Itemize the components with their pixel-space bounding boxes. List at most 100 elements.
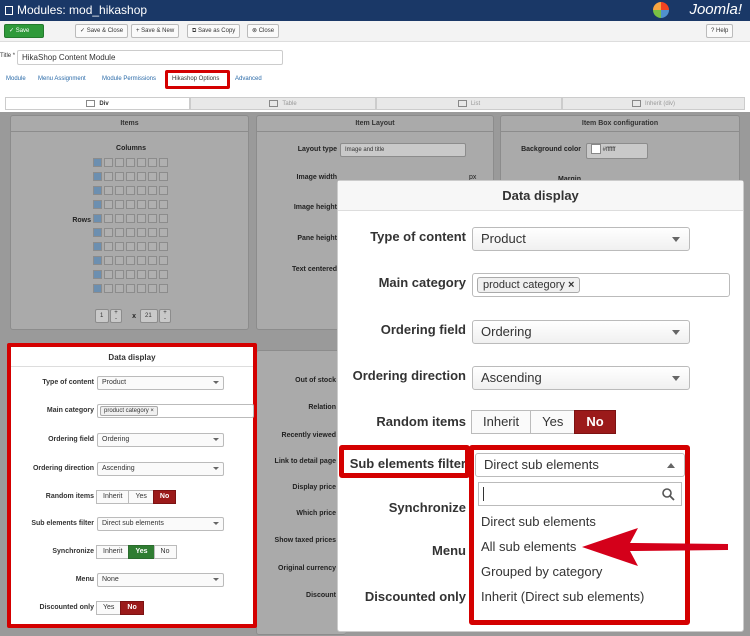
grid-cell[interactable] <box>126 228 135 237</box>
grid-cell[interactable] <box>93 242 102 251</box>
layout-tab-table[interactable]: Table <box>190 97 376 110</box>
grid-cell[interactable] <box>137 228 146 237</box>
grid-cell[interactable] <box>93 228 102 237</box>
grid-cell[interactable] <box>126 256 135 265</box>
random-no-button[interactable]: No <box>574 410 616 434</box>
random-yes-button[interactable]: Yes <box>530 410 576 434</box>
grid-cell[interactable] <box>126 214 135 223</box>
ordering-direction-select[interactable]: Ascending <box>97 462 224 476</box>
tab-module-permissions[interactable]: Module Permissions <box>102 76 156 82</box>
grid-cell[interactable] <box>137 172 146 181</box>
title-input[interactable]: HikaShop Content Module <box>17 50 283 65</box>
save-copy-button[interactable]: ⧉ Save as Copy <box>187 24 241 38</box>
grid-cell[interactable] <box>104 186 113 195</box>
rows-stepper[interactable]: + - <box>110 309 122 323</box>
grid-cell[interactable] <box>126 172 135 181</box>
grid-cell[interactable] <box>137 158 146 167</box>
ordering-direction-select[interactable]: Ascending <box>472 366 690 390</box>
help-button[interactable]: ? Help <box>706 24 734 38</box>
grid-cell[interactable] <box>126 270 135 279</box>
grid-cell[interactable] <box>115 284 124 293</box>
grid-cell[interactable] <box>159 200 168 209</box>
grid-cell[interactable] <box>115 256 124 265</box>
bg-color-input[interactable]: #ffffff <box>586 143 648 159</box>
grid-cell[interactable] <box>115 228 124 237</box>
grid-cell[interactable] <box>126 284 135 293</box>
grid-cell[interactable] <box>104 284 113 293</box>
menu-select[interactable]: None <box>97 573 224 587</box>
grid-cell[interactable] <box>148 284 157 293</box>
grid-cell[interactable] <box>93 270 102 279</box>
grid-cell[interactable] <box>93 186 102 195</box>
sync-inherit-button[interactable]: Inherit <box>96 545 130 559</box>
grid-cell[interactable] <box>148 172 157 181</box>
grid-cell[interactable] <box>115 158 124 167</box>
grid-cell[interactable] <box>115 214 124 223</box>
grid-cell[interactable] <box>104 214 113 223</box>
grid-cell[interactable] <box>137 270 146 279</box>
type-of-content-select[interactable]: Product <box>97 376 224 390</box>
category-tag[interactable]: product category × <box>100 406 158 416</box>
layout-tab-div[interactable]: Div <box>5 97 190 110</box>
grid-cell[interactable] <box>93 172 102 181</box>
grid-cell[interactable] <box>159 284 168 293</box>
save-new-button[interactable]: + Save & New <box>131 24 180 38</box>
grid-cell[interactable] <box>148 158 157 167</box>
grid-cell[interactable] <box>104 158 113 167</box>
grid-cell[interactable] <box>104 242 113 251</box>
grid-cell[interactable] <box>93 256 102 265</box>
random-inherit-button[interactable]: Inherit <box>471 410 532 434</box>
sync-no-button[interactable]: No <box>153 545 177 559</box>
save-close-button[interactable]: ✓ Save & Close <box>75 24 129 38</box>
grid-cell[interactable] <box>115 200 124 209</box>
tab-menu-assignment[interactable]: Menu Assignment <box>38 76 86 82</box>
layout-tab-inherit[interactable]: Inherit (div) <box>562 97 745 110</box>
grid-cell[interactable] <box>126 200 135 209</box>
grid-cell[interactable] <box>148 270 157 279</box>
grid-cell[interactable] <box>126 186 135 195</box>
sub-elements-filter-select[interactable]: Direct sub elements <box>97 517 224 531</box>
rows-value[interactable]: 1 <box>95 309 109 323</box>
grid-cell[interactable] <box>148 214 157 223</box>
grid-cell[interactable] <box>93 214 102 223</box>
layout-type-select[interactable]: Image and title <box>340 143 466 157</box>
grid-cell[interactable] <box>126 158 135 167</box>
grid-cell[interactable] <box>148 186 157 195</box>
main-category-input[interactable]: product category × <box>97 404 254 418</box>
sync-yes-button[interactable]: Yes <box>128 545 155 559</box>
grid-cell[interactable] <box>115 270 124 279</box>
tab-advanced[interactable]: Advanced <box>235 76 262 82</box>
save-button[interactable]: ✓ Save <box>4 24 44 38</box>
grid-cell[interactable] <box>148 256 157 265</box>
grid-cell[interactable] <box>126 242 135 251</box>
grid-cell[interactable] <box>159 242 168 251</box>
tab-module[interactable]: Module <box>6 76 26 82</box>
grid-cell[interactable] <box>104 172 113 181</box>
grid-cell[interactable] <box>104 228 113 237</box>
grid-cell[interactable] <box>115 172 124 181</box>
grid-cell[interactable] <box>93 200 102 209</box>
grid-cell[interactable] <box>93 158 102 167</box>
grid-cell[interactable] <box>137 284 146 293</box>
discounted-no-button[interactable]: No <box>120 601 144 615</box>
grid-cell[interactable] <box>115 186 124 195</box>
grid-cell[interactable] <box>159 186 168 195</box>
discounted-yes-button[interactable]: Yes <box>96 601 122 615</box>
grid-cell[interactable] <box>159 172 168 181</box>
ordering-field-select[interactable]: Ordering <box>97 433 224 447</box>
close-button[interactable]: ⊗ Close <box>247 24 280 38</box>
grid-cell[interactable] <box>148 242 157 251</box>
random-inherit-button[interactable]: Inherit <box>96 490 130 504</box>
random-yes-button[interactable]: Yes <box>128 490 154 504</box>
cols-value[interactable]: 21 <box>140 309 158 323</box>
grid-cell[interactable] <box>104 256 113 265</box>
ordering-field-select[interactable]: Ordering <box>472 320 690 344</box>
grid-cell[interactable] <box>137 186 146 195</box>
grid-cell[interactable] <box>104 270 113 279</box>
type-of-content-select[interactable]: Product <box>472 227 690 251</box>
random-no-button[interactable]: No <box>152 490 177 504</box>
grid-cell[interactable] <box>159 158 168 167</box>
grid-cell[interactable] <box>137 200 146 209</box>
grid-cell[interactable] <box>148 200 157 209</box>
grid-cell[interactable] <box>148 228 157 237</box>
